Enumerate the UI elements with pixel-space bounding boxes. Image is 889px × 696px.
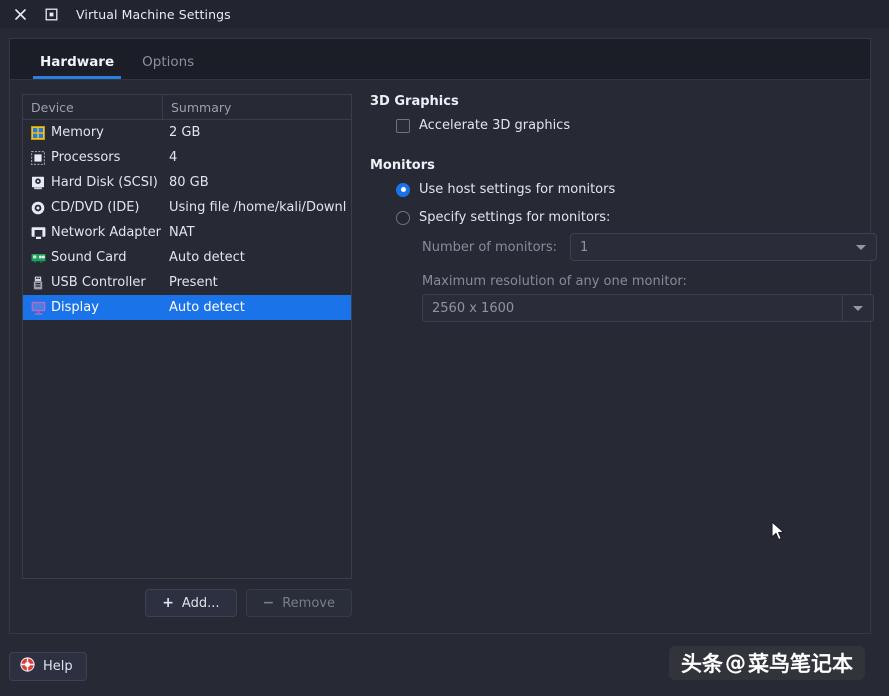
accelerate-3d-graphics-checkbox[interactable] (396, 118, 410, 133)
max-resolution-label: Maximum resolution of any one monitor: (422, 274, 687, 289)
help-button-label: Help (43, 658, 73, 674)
device-label: Sound Card (51, 250, 127, 265)
device-label: CD/DVD (IDE) (51, 200, 140, 215)
tab-bar: Hardware Options (10, 39, 870, 80)
device-cell: USB Controller (23, 275, 162, 291)
summary-cell: NAT (169, 225, 195, 240)
use-host-settings-row[interactable]: Use host settings for monitors (396, 182, 877, 197)
usb-controller-icon (30, 275, 46, 291)
device-cell: Sound Card (23, 250, 162, 266)
device-list-header: Device Summary (23, 95, 351, 120)
memory-icon (30, 125, 46, 141)
settings-dialog: Hardware Options Device Summary Memory 2… (9, 38, 877, 634)
device-cell: Memory (23, 125, 162, 141)
watermark: 头条 @ 菜鸟笔记本 (669, 646, 865, 680)
device-list-column: Device Summary Memory 2 GB Processors 4 … (22, 94, 352, 633)
minus-icon: − (262, 595, 275, 611)
device-row-processors[interactable]: Processors 4 (23, 145, 351, 170)
number-of-monitors-label: Number of monitors: (422, 239, 558, 255)
device-cell: CD/DVD (IDE) (23, 200, 162, 216)
add-button-label: Add... (181, 595, 220, 611)
remove-button-label: Remove (282, 595, 335, 611)
use-host-settings-radio[interactable] (396, 182, 410, 197)
number-of-monitors-row: Number of monitors: 1 (422, 233, 877, 261)
summary-cell: 4 (169, 150, 178, 165)
accelerate-3d-graphics-row[interactable]: Accelerate 3D graphics (396, 118, 877, 133)
max-resolution-select[interactable]: 2560 x 1600 (422, 294, 874, 322)
device-label: Hard Disk (SCSI) (51, 175, 158, 190)
tab-options[interactable]: Options (128, 54, 208, 79)
device-row-network-adapter[interactable]: Network Adapter NAT (23, 220, 351, 245)
device-label: Network Adapter (51, 225, 161, 240)
watermark-at: @ (725, 651, 746, 675)
device-label: Display (51, 300, 99, 315)
device-row-usb-controller[interactable]: USB Controller Present (23, 270, 351, 295)
cd-dvd-icon (30, 200, 46, 216)
specify-settings-label: Specify settings for monitors: (419, 210, 611, 225)
remove-button[interactable]: − Remove (245, 589, 352, 617)
chevron-down-icon[interactable] (842, 295, 873, 321)
watermark-name: 菜鸟笔记本 (748, 652, 853, 676)
summary-cell: Present (169, 275, 218, 290)
specify-settings-row[interactable]: Specify settings for monitors: (396, 210, 877, 225)
maximize-icon[interactable] (40, 3, 62, 25)
summary-cell: Using file /home/kali/Downl (169, 200, 347, 215)
group-title-monitors: Monitors (370, 158, 435, 173)
device-label: Memory (51, 125, 104, 140)
specify-settings-radio[interactable] (396, 210, 410, 225)
column-header-device: Device (31, 99, 74, 115)
accelerate-3d-graphics-label: Accelerate 3D graphics (419, 118, 571, 133)
device-label: USB Controller (51, 275, 146, 290)
summary-cell: 80 GB (169, 175, 209, 190)
summary-cell: Auto detect (169, 250, 245, 265)
summary-cell: 2 GB (169, 125, 201, 140)
close-icon[interactable] (9, 3, 31, 25)
device-cell: Hard Disk (SCSI) (23, 175, 162, 191)
window-title: Virtual Machine Settings (76, 6, 231, 22)
device-row-display[interactable]: Display Auto detect (23, 295, 351, 320)
number-of-monitors-select[interactable]: 1 (570, 233, 877, 261)
settings-panel: 3D Graphics Accelerate 3D graphics Monit… (352, 94, 877, 633)
device-cell: Display (23, 300, 162, 316)
use-host-settings-label: Use host settings for monitors (419, 182, 616, 197)
max-resolution-value: 2560 x 1600 (432, 300, 515, 316)
dialog-content: Device Summary Memory 2 GB Processors 4 … (10, 80, 877, 633)
mouse-cursor (771, 521, 787, 543)
device-row-hard-disk[interactable]: Hard Disk (SCSI) 80 GB (23, 170, 351, 195)
summary-cell: Auto detect (169, 300, 245, 315)
hard-disk-icon (30, 175, 46, 191)
titlebar: Virtual Machine Settings (0, 0, 889, 28)
device-list[interactable]: Device Summary Memory 2 GB Processors 4 … (22, 94, 352, 579)
help-button[interactable]: Help (9, 651, 87, 681)
tab-hardware[interactable]: Hardware (26, 54, 128, 79)
lifebuoy-icon (20, 656, 35, 676)
network-adapter-icon (30, 225, 46, 241)
display-icon (30, 300, 46, 316)
device-row-sound-card[interactable]: Sound Card Auto detect (23, 245, 351, 270)
device-row-memory[interactable]: Memory 2 GB (23, 120, 351, 145)
watermark-prefix: 头条 (681, 652, 723, 676)
device-row-cd-dvd[interactable]: CD/DVD (IDE) Using file /home/kali/Downl (23, 195, 351, 220)
processors-icon (30, 150, 46, 166)
add-button[interactable]: + Add... (145, 589, 237, 617)
plus-icon: + (162, 595, 174, 611)
column-header-summary: Summary (162, 95, 351, 119)
device-cell: Network Adapter (23, 225, 162, 241)
device-cell: Processors (23, 150, 162, 166)
device-list-actions: + Add... − Remove (22, 579, 352, 617)
number-of-monitors-value: 1 (580, 239, 589, 255)
group-title-3d-graphics: 3D Graphics (370, 94, 459, 109)
chevron-down-icon[interactable] (846, 244, 876, 250)
device-label: Processors (51, 150, 121, 165)
sound-card-icon (30, 250, 46, 266)
